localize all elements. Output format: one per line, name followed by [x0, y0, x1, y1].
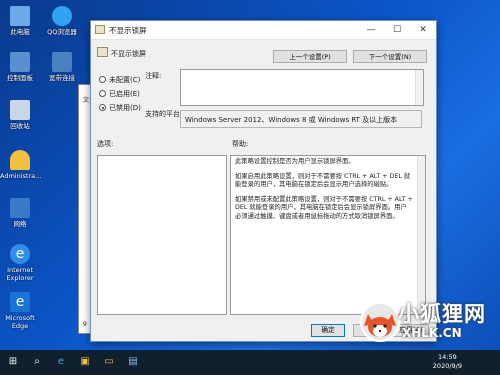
control-panel-icon — [10, 52, 30, 72]
policy-dialog: 不显示锁屏 — ☐ ✕ 不显示锁屏 上一个设置(P) 下一个设置(N) 未配置(… — [90, 20, 437, 342]
network-icon — [10, 198, 30, 218]
recycle-bin-icon — [10, 100, 30, 120]
help-paragraph: 如果禁用或未配置此策略设置，则对于不需要按 CTRL + ALT + DEL 就… — [235, 195, 413, 220]
group-policy-taskbar-icon[interactable]: ▤ — [126, 355, 140, 369]
radio-label: 已启用(E) — [109, 90, 140, 98]
comment-scrollbar[interactable] — [415, 70, 423, 105]
fox-logo-icon — [360, 302, 400, 342]
broadband-icon — [52, 52, 72, 72]
radio-label: 已禁用(D) — [109, 104, 141, 112]
start-windows-icon[interactable]: ⊞ — [6, 355, 20, 369]
internet-explorer-icon: e — [10, 244, 30, 264]
qq-browser-icon — [52, 6, 72, 26]
desktop-icon-user[interactable]: Administra... — [0, 150, 42, 180]
next-setting-button[interactable]: 下一个设置(N) — [353, 50, 427, 63]
desktop-icon-edge[interactable]: e Microsoft Edge — [0, 292, 40, 330]
desktop-icon-label: QQ浏览器 — [47, 28, 77, 36]
maximize-icon[interactable]: ☐ — [384, 21, 410, 39]
desktop-icon-recycle-bin[interactable]: 回收站 — [0, 100, 40, 130]
watermark-url: XHLK.CN — [402, 326, 462, 340]
radio-enabled[interactable]: 已启用(E) — [99, 89, 140, 99]
help-scrollbar[interactable] — [417, 156, 425, 314]
help-text: 此策略设置控制是否为用户显示锁屏界面。 如果启用此策略设置，则对于不需要按 CT… — [231, 156, 425, 221]
help-label: 帮助: — [232, 140, 249, 148]
desktop: 此电脑 QQ浏览器 控制面板 宽带连接 回收站 Administra... 网络… — [0, 0, 500, 375]
desktop-icon-computer[interactable]: 此电脑 — [0, 6, 40, 36]
radio-label: 未配置(C) — [109, 76, 141, 84]
desktop-icon-label: Administra... — [0, 172, 42, 180]
desktop-icon-label: 网络 — [13, 220, 27, 228]
desktop-icon-label: Internet Explorer — [6, 266, 34, 282]
taskbar: ⊞ ⌕ e ▣ ▭ ▤ 14:59 2020/9/9 — [0, 350, 500, 375]
radio-circle-selected — [99, 104, 106, 111]
desktop-icon-qq-browser[interactable]: QQ浏览器 — [42, 6, 82, 36]
policy-name-row: 不显示锁屏 — [97, 47, 146, 59]
minimize-icon[interactable]: — — [358, 21, 384, 39]
policy-icon — [95, 25, 105, 34]
close-icon[interactable]: ✕ — [410, 21, 436, 39]
edge-taskbar-icon[interactable]: e — [54, 355, 68, 369]
radio-not-configured[interactable]: 未配置(C) — [99, 75, 140, 85]
background-window-count: 9 — [83, 321, 87, 328]
prev-setting-button[interactable]: 上一个设置(P) — [273, 50, 347, 63]
store-icon[interactable]: ▣ — [78, 355, 92, 369]
tray-date: 2020/9/9 — [432, 362, 462, 370]
help-pane: 此策略设置控制是否为用户显示锁屏界面。 如果启用此策略设置，则对于不需要按 CT… — [230, 155, 426, 315]
supported-platforms-box: Windows Server 2012、Windows 8 或 Windows … — [180, 110, 422, 128]
user-folder-icon — [10, 150, 30, 170]
dialog-titlebar[interactable]: 不显示锁屏 — ☐ ✕ — [91, 21, 436, 40]
desktop-icon-label: Microsoft Edge — [5, 314, 35, 330]
desktop-icon-network[interactable]: 网络 — [0, 198, 40, 228]
options-pane — [97, 155, 227, 315]
desktop-icon-broadband[interactable]: 宽带连接 — [42, 52, 82, 82]
help-paragraph: 此策略设置控制是否为用户显示锁屏界面。 — [235, 158, 355, 165]
radio-circle — [99, 90, 106, 97]
edge-icon: e — [10, 292, 30, 312]
policy-name: 不显示锁屏 — [111, 50, 146, 58]
tray-clock[interactable]: 14:59 2020/9/9 — [433, 353, 462, 371]
file-explorer-icon[interactable]: ▭ — [102, 355, 116, 369]
help-paragraph: 如果启用此策略设置，则对于不需要按 CTRL + ALT + DEL 就能登录的… — [235, 172, 411, 189]
computer-icon — [10, 6, 30, 26]
supported-label: 支持的平台: — [145, 110, 183, 118]
desktop-icon-label: 控制面板 — [7, 74, 33, 82]
desktop-icon-ie[interactable]: e Internet Explorer — [0, 244, 40, 282]
policy-icon — [97, 47, 108, 57]
radio-circle — [99, 76, 106, 83]
comment-textarea[interactable] — [180, 69, 424, 106]
ok-button[interactable]: 确定 — [311, 324, 345, 337]
tray-time: 14:59 — [438, 353, 457, 361]
search-icon[interactable]: ⌕ — [30, 355, 44, 369]
desktop-icon-label: 宽带连接 — [49, 74, 75, 82]
watermark-title: 小狐狸网 — [398, 302, 486, 326]
desktop-icon-label: 此电脑 — [10, 28, 30, 36]
desktop-icon-control-panel[interactable]: 控制面板 — [0, 52, 40, 82]
desktop-icon-label: 回收站 — [10, 122, 30, 130]
radio-disabled[interactable]: 已禁用(D) — [99, 103, 141, 113]
watermark: 小狐狸网 XHLK.CN — [360, 296, 500, 356]
dialog-title: 不显示锁屏 — [109, 26, 147, 35]
comment-label: 注释: — [145, 72, 162, 80]
options-label: 选项: — [97, 140, 114, 148]
